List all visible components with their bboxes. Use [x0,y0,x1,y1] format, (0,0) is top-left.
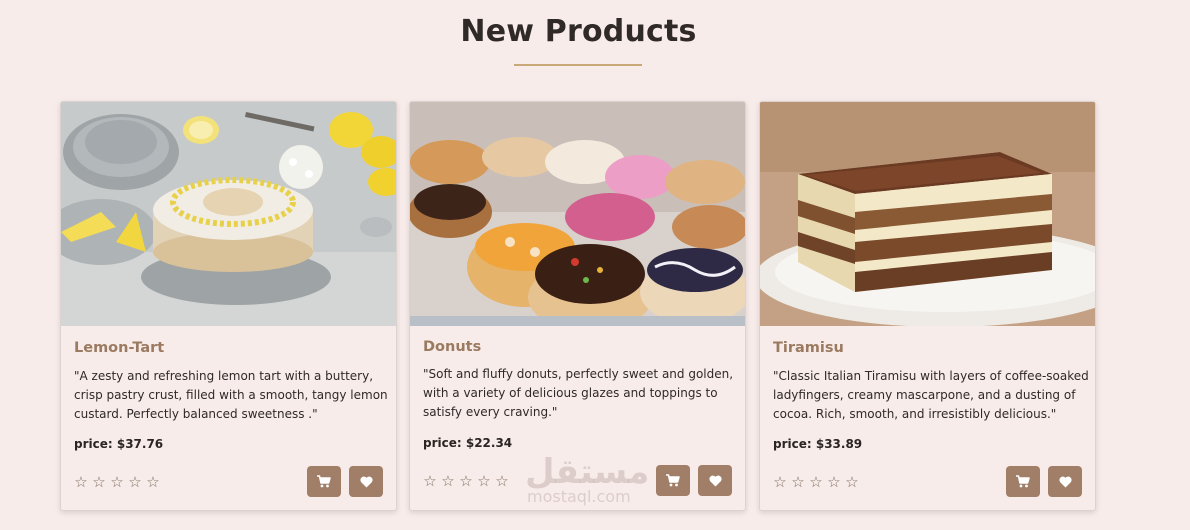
product-description: "A zesty and refreshing lemon tart with … [74,369,388,421]
product-description: "Soft and fluffy donuts, perfectly sweet… [423,367,734,419]
product-name[interactable]: Tiramisu [773,340,844,356]
product-image[interactable] [760,102,1095,326]
product-image[interactable] [61,102,396,326]
rating-stars[interactable]: ☆ ☆ ☆ ☆ ☆ [422,473,510,489]
star-icon[interactable]: ☆ [109,474,125,490]
star-icon[interactable]: ☆ [844,474,860,490]
add-to-wishlist-button[interactable] [698,465,732,496]
add-to-wishlist-button[interactable] [1048,466,1082,497]
product-name[interactable]: Donuts [423,339,481,355]
product-price: price: $33.89 [773,437,863,451]
star-icon[interactable]: ☆ [145,474,161,490]
star-icon[interactable]: ☆ [73,474,89,490]
cart-icon [1016,475,1030,488]
star-icon[interactable]: ☆ [772,474,788,490]
section-title: New Products [460,14,697,49]
add-to-cart-button[interactable] [1006,466,1040,497]
star-icon[interactable]: ☆ [440,473,456,489]
donuts-photo [410,102,745,326]
product-price: price: $37.76 [74,437,164,451]
star-icon[interactable]: ☆ [790,474,806,490]
star-icon[interactable]: ☆ [826,474,842,490]
star-icon[interactable]: ☆ [127,474,143,490]
product-card-tiramisu[interactable]: Tiramisu "Classic Italian Tiramisu with … [759,101,1096,511]
star-icon[interactable]: ☆ [476,473,492,489]
star-icon[interactable]: ☆ [91,474,107,490]
watermark: مستقل mostaql.com [525,455,675,505]
lemon-tart-photo [61,102,396,326]
add-to-wishlist-button[interactable] [349,466,383,497]
product-image[interactable] [410,102,745,326]
watermark-arabic: مستقل [525,452,650,492]
rating-stars[interactable]: ☆ ☆ ☆ ☆ ☆ [73,474,161,490]
star-icon[interactable]: ☆ [422,473,438,489]
star-icon[interactable]: ☆ [494,473,510,489]
product-card-donuts[interactable]: Donuts "Soft and fluffy donuts, perfectl… [409,101,746,511]
title-underline [514,64,642,66]
star-icon[interactable]: ☆ [808,474,824,490]
product-card-lemon-tart[interactable]: Lemon-Tart "A zesty and refreshing lemon… [60,101,397,511]
product-name[interactable]: Lemon-Tart [74,340,164,356]
star-icon[interactable]: ☆ [458,473,474,489]
product-price: price: $22.34 [423,436,513,450]
cart-icon [317,475,331,488]
heart-icon [359,476,373,487]
watermark-latin: mostaql.com [527,487,631,506]
add-to-cart-button[interactable] [307,466,341,497]
heart-icon [708,475,722,486]
rating-stars[interactable]: ☆ ☆ ☆ ☆ ☆ [772,474,860,490]
product-description: "Classic Italian Tiramisu with layers of… [773,369,1089,421]
heart-icon [1058,476,1072,487]
tiramisu-photo [760,102,1095,326]
